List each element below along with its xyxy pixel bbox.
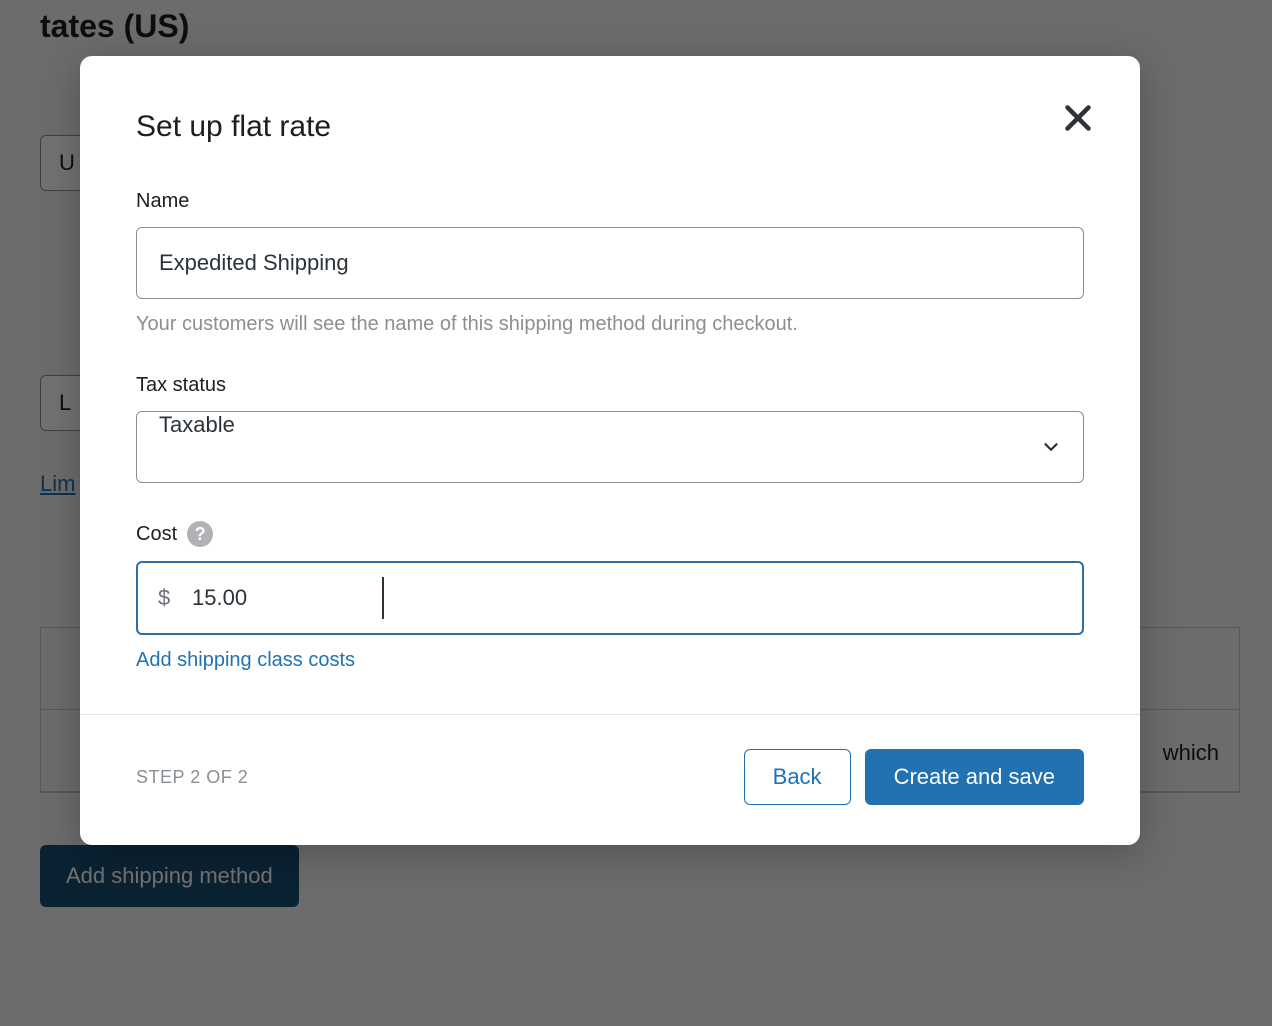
modal-title: Set up flat rate bbox=[136, 110, 1084, 144]
help-icon[interactable]: ? bbox=[187, 521, 213, 547]
create-save-button[interactable]: Create and save bbox=[865, 749, 1084, 805]
add-shipping-class-costs-link[interactable]: Add shipping class costs bbox=[136, 649, 355, 672]
tax-status-label: Tax status bbox=[136, 374, 1084, 397]
modal-footer: STEP 2 OF 2 Back Create and save bbox=[80, 714, 1140, 845]
flat-rate-modal: Set up flat rate Name Your customers wil… bbox=[80, 56, 1140, 845]
close-icon bbox=[1060, 100, 1096, 136]
cost-input[interactable] bbox=[136, 561, 1084, 635]
name-label: Name bbox=[136, 190, 1084, 213]
cost-label: Cost bbox=[136, 523, 177, 546]
name-input[interactable] bbox=[136, 227, 1084, 299]
currency-symbol: $ bbox=[158, 585, 170, 611]
tax-status-select[interactable]: Taxable bbox=[136, 411, 1084, 483]
name-field: Name Your customers will see the name of… bbox=[136, 190, 1084, 336]
close-button[interactable] bbox=[1060, 100, 1096, 136]
tax-status-selected: Taxable bbox=[159, 412, 235, 437]
step-indicator: STEP 2 OF 2 bbox=[136, 767, 248, 788]
tax-status-field: Tax status Taxable bbox=[136, 374, 1084, 483]
text-caret bbox=[382, 577, 384, 619]
cost-field: Cost ? $ 15.00 Add shipping class costs bbox=[136, 521, 1084, 672]
name-help-text: Your customers will see the name of this… bbox=[136, 313, 1084, 336]
back-button[interactable]: Back bbox=[744, 749, 851, 805]
